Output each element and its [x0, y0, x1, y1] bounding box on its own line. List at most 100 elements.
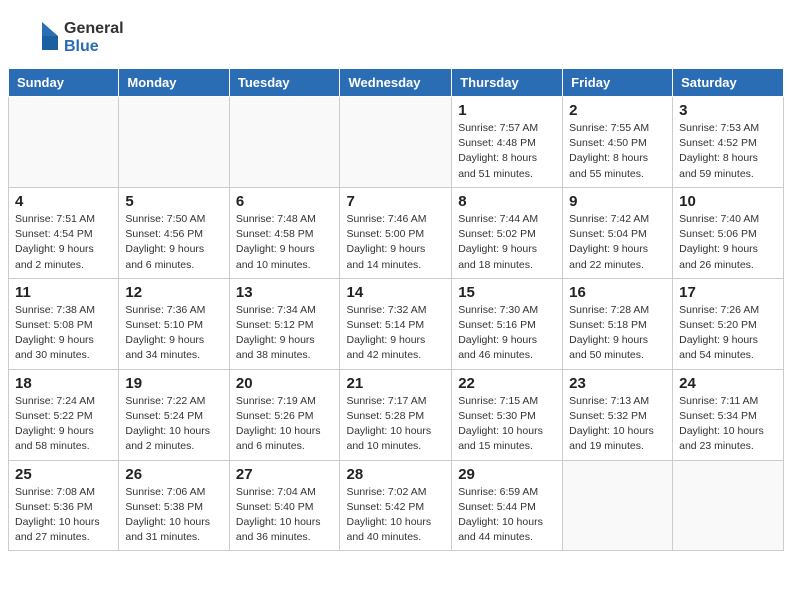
day-number: 25: [15, 466, 112, 483]
day-number: 29: [458, 466, 556, 483]
day-info: Sunrise: 7:34 AM Sunset: 5:12 PM Dayligh…: [236, 303, 334, 364]
day-info: Sunrise: 7:13 AM Sunset: 5:32 PM Dayligh…: [569, 394, 666, 455]
day-info: Sunrise: 7:36 AM Sunset: 5:10 PM Dayligh…: [125, 303, 222, 364]
calendar-table: SundayMondayTuesdayWednesdayThursdayFrid…: [8, 68, 784, 551]
day-info: Sunrise: 7:38 AM Sunset: 5:08 PM Dayligh…: [15, 303, 112, 364]
calendar-cell: [563, 460, 673, 551]
day-number: 21: [346, 375, 445, 392]
calendar-week-2: 4Sunrise: 7:51 AM Sunset: 4:54 PM Daylig…: [9, 187, 784, 278]
calendar-wrapper: SundayMondayTuesdayWednesdayThursdayFrid…: [0, 68, 792, 559]
day-info: Sunrise: 7:30 AM Sunset: 5:16 PM Dayligh…: [458, 303, 556, 364]
day-info: Sunrise: 7:11 AM Sunset: 5:34 PM Dayligh…: [679, 394, 777, 455]
day-number: 19: [125, 375, 222, 392]
logo: GeneralBlue: [20, 18, 124, 58]
calendar-cell: 3 Sunrise: 7:53 AM Sunset: 4:52 PM Daylig…: [673, 97, 784, 188]
day-number: 15: [458, 284, 556, 301]
calendar-week-5: 25 Sunrise: 7:08 AM Sunset: 5:36 PM Dayli…: [9, 460, 784, 551]
calendar-cell: 17Sunrise: 7:26 AM Sunset: 5:20 PM Dayli…: [673, 278, 784, 369]
calendar-cell: 8Sunrise: 7:44 AM Sunset: 5:02 PM Daylig…: [452, 187, 563, 278]
calendar-cell: 10 Sunrise: 7:40 AM Sunset: 5:06 PM Dayli…: [673, 187, 784, 278]
calendar-cell: 19 Sunrise: 7:22 AM Sunset: 5:24 PM Dayli…: [119, 369, 229, 460]
calendar-cell: 18 Sunrise: 7:24 AM Sunset: 5:22 PM Dayli…: [9, 369, 119, 460]
day-info: Sunrise: 7:26 AM Sunset: 5:20 PM Dayligh…: [679, 303, 777, 364]
day-info: Sunrise: 7:24 AM Sunset: 5:22 PM Dayligh…: [15, 394, 112, 455]
calendar-cell: 29 Sunrise: 6:59 AM Sunset: 5:44 PM Dayli…: [452, 460, 563, 551]
day-number: 16: [569, 284, 666, 301]
weekday-header-thursday: Thursday: [452, 69, 563, 97]
calendar-cell: [229, 97, 340, 188]
weekday-header-friday: Friday: [563, 69, 673, 97]
calendar-week-1: 1Sunrise: 7:57 AM Sunset: 4:48 PM Daylig…: [9, 97, 784, 188]
day-info: Sunrise: 7:15 AM Sunset: 5:30 PM Dayligh…: [458, 394, 556, 455]
calendar-cell: 1Sunrise: 7:57 AM Sunset: 4:48 PM Daylig…: [452, 97, 563, 188]
day-number: 10: [679, 193, 777, 210]
day-info: Sunrise: 7:55 AM Sunset: 4:50 PM Dayligh…: [569, 121, 666, 182]
logo: GeneralBlue: [20, 18, 124, 58]
weekday-header-row: SundayMondayTuesdayWednesdayThursdayFrid…: [9, 69, 784, 97]
day-number: 8: [458, 193, 556, 210]
day-number: 28: [346, 466, 445, 483]
day-info: Sunrise: 6:59 AM Sunset: 5:44 PM Dayligh…: [458, 485, 556, 546]
day-number: 27: [236, 466, 334, 483]
calendar-cell: 26Sunrise: 7:06 AM Sunset: 5:38 PM Dayli…: [119, 460, 229, 551]
calendar-cell: 23 Sunrise: 7:13 AM Sunset: 5:32 PM Dayli…: [563, 369, 673, 460]
calendar-cell: [9, 97, 119, 188]
calendar-cell: 9 Sunrise: 7:42 AM Sunset: 5:04 PM Daylig…: [563, 187, 673, 278]
logo-general: General: [64, 20, 124, 38]
day-number: 18: [15, 375, 112, 392]
day-number: 3: [679, 102, 777, 119]
calendar-cell: [119, 97, 229, 188]
calendar-cell: 24 Sunrise: 7:11 AM Sunset: 5:34 PM Dayli…: [673, 369, 784, 460]
calendar-cell: 6Sunrise: 7:48 AM Sunset: 4:58 PM Daylig…: [229, 187, 340, 278]
day-number: 9: [569, 193, 666, 210]
day-info: Sunrise: 7:48 AM Sunset: 4:58 PM Dayligh…: [236, 212, 334, 273]
day-info: Sunrise: 7:08 AM Sunset: 5:36 PM Dayligh…: [15, 485, 112, 546]
calendar-cell: 13 Sunrise: 7:34 AM Sunset: 5:12 PM Dayli…: [229, 278, 340, 369]
day-number: 2: [569, 102, 666, 119]
calendar-body: 1Sunrise: 7:57 AM Sunset: 4:48 PM Daylig…: [9, 97, 784, 551]
day-info: Sunrise: 7:40 AM Sunset: 5:06 PM Dayligh…: [679, 212, 777, 273]
logo-icon: [20, 18, 60, 58]
calendar-cell: 21Sunrise: 7:17 AM Sunset: 5:28 PM Dayli…: [340, 369, 452, 460]
header: GeneralBlue: [0, 0, 792, 68]
day-info: Sunrise: 7:42 AM Sunset: 5:04 PM Dayligh…: [569, 212, 666, 273]
calendar-cell: [340, 97, 452, 188]
calendar-week-3: 11 Sunrise: 7:38 AM Sunset: 5:08 PM Dayli…: [9, 278, 784, 369]
day-info: Sunrise: 7:19 AM Sunset: 5:26 PM Dayligh…: [236, 394, 334, 455]
day-info: Sunrise: 7:02 AM Sunset: 5:42 PM Dayligh…: [346, 485, 445, 546]
day-info: Sunrise: 7:28 AM Sunset: 5:18 PM Dayligh…: [569, 303, 666, 364]
day-number: 13: [236, 284, 334, 301]
calendar-cell: 5Sunrise: 7:50 AM Sunset: 4:56 PM Daylig…: [119, 187, 229, 278]
day-info: Sunrise: 7:06 AM Sunset: 5:38 PM Dayligh…: [125, 485, 222, 546]
calendar-cell: 27Sunrise: 7:04 AM Sunset: 5:40 PM Dayli…: [229, 460, 340, 551]
day-info: Sunrise: 7:53 AM Sunset: 4:52 PM Dayligh…: [679, 121, 777, 182]
day-number: 20: [236, 375, 334, 392]
calendar-cell: 28 Sunrise: 7:02 AM Sunset: 5:42 PM Dayli…: [340, 460, 452, 551]
calendar-cell: 7 Sunrise: 7:46 AM Sunset: 5:00 PM Daylig…: [340, 187, 452, 278]
weekday-header-sunday: Sunday: [9, 69, 119, 97]
day-number: 24: [679, 375, 777, 392]
weekday-header-wednesday: Wednesday: [340, 69, 452, 97]
logo-text: GeneralBlue: [64, 20, 124, 55]
day-info: Sunrise: 7:46 AM Sunset: 5:00 PM Dayligh…: [346, 212, 445, 273]
calendar-cell: 12Sunrise: 7:36 AM Sunset: 5:10 PM Dayli…: [119, 278, 229, 369]
day-number: 5: [125, 193, 222, 210]
day-number: 7: [346, 193, 445, 210]
day-number: 4: [15, 193, 112, 210]
calendar-cell: 16 Sunrise: 7:28 AM Sunset: 5:18 PM Dayli…: [563, 278, 673, 369]
day-number: 22: [458, 375, 556, 392]
calendar-week-4: 18 Sunrise: 7:24 AM Sunset: 5:22 PM Dayli…: [9, 369, 784, 460]
calendar-cell: 2 Sunrise: 7:55 AM Sunset: 4:50 PM Daylig…: [563, 97, 673, 188]
day-number: 14: [346, 284, 445, 301]
weekday-header-saturday: Saturday: [673, 69, 784, 97]
weekday-header-monday: Monday: [119, 69, 229, 97]
calendar-cell: 22 Sunrise: 7:15 AM Sunset: 5:30 PM Dayli…: [452, 369, 563, 460]
calendar-cell: 4Sunrise: 7:51 AM Sunset: 4:54 PM Daylig…: [9, 187, 119, 278]
day-info: Sunrise: 7:22 AM Sunset: 5:24 PM Dayligh…: [125, 394, 222, 455]
weekday-header-tuesday: Tuesday: [229, 69, 340, 97]
day-number: 23: [569, 375, 666, 392]
calendar-cell: 11 Sunrise: 7:38 AM Sunset: 5:08 PM Dayli…: [9, 278, 119, 369]
day-number: 11: [15, 284, 112, 301]
calendar-cell: [673, 460, 784, 551]
calendar-cell: 15 Sunrise: 7:30 AM Sunset: 5:16 PM Dayli…: [452, 278, 563, 369]
